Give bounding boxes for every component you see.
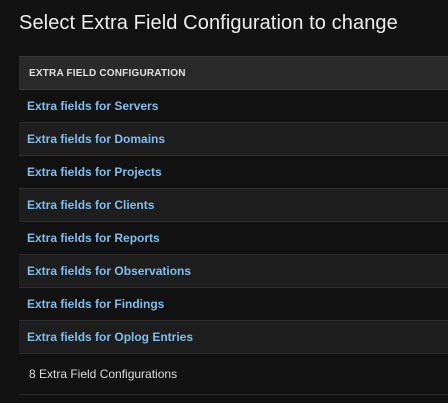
extra-fields-projects-link[interactable]: Extra fields for Projects [19, 165, 162, 179]
extra-fields-domains-link[interactable]: Extra fields for Domains [19, 132, 165, 146]
table-header: EXTRA FIELD CONFIGURATION [19, 56, 448, 90]
paginator: 8 Extra Field Configurations [19, 354, 448, 395]
extra-fields-observations-link[interactable]: Extra fields for Observations [19, 264, 191, 278]
table-row: Extra fields for Findings [19, 288, 448, 321]
table-row: Extra fields for Oplog Entries [19, 321, 448, 354]
table-row: Extra fields for Observations [19, 255, 448, 288]
table-row: Extra fields for Servers [19, 90, 448, 123]
results-table: EXTRA FIELD CONFIGURATION Extra fields f… [19, 56, 448, 395]
column-header-extra-field-configuration[interactable]: EXTRA FIELD CONFIGURATION [19, 68, 186, 79]
extra-fields-servers-link[interactable]: Extra fields for Servers [19, 99, 158, 113]
extra-fields-findings-link[interactable]: Extra fields for Findings [19, 297, 164, 311]
result-count: 8 Extra Field Configurations [29, 367, 178, 381]
table-row: Extra fields for Reports [19, 222, 448, 255]
table-row: Extra fields for Domains [19, 123, 448, 156]
table-row: Extra fields for Clients [19, 189, 448, 222]
page-title: Select Extra Field Configuration to chan… [19, 12, 398, 34]
extra-fields-oplog-entries-link[interactable]: Extra fields for Oplog Entries [19, 330, 193, 344]
extra-fields-clients-link[interactable]: Extra fields for Clients [19, 198, 154, 212]
table-row: Extra fields for Projects [19, 156, 448, 189]
extra-fields-reports-link[interactable]: Extra fields for Reports [19, 231, 160, 245]
